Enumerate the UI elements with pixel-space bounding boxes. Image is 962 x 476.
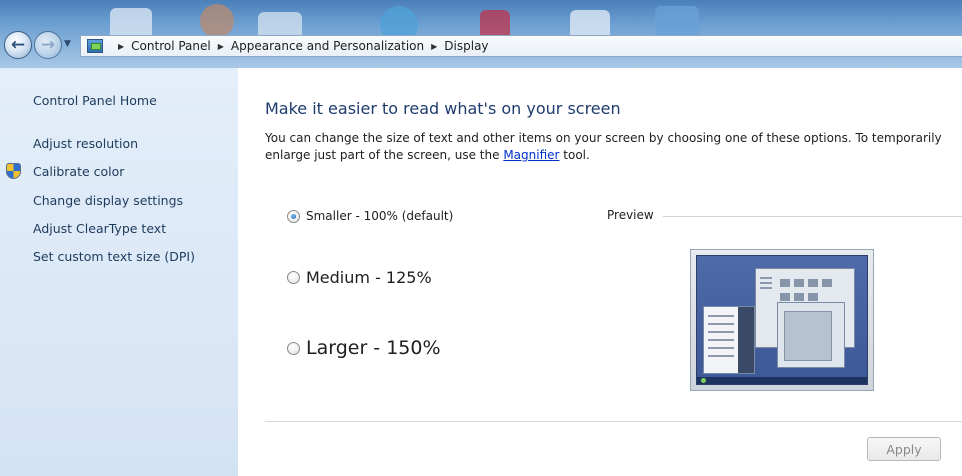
sidebar-item-change-display-settings[interactable]: Change display settings bbox=[33, 193, 183, 208]
uac-shield-icon bbox=[6, 163, 21, 179]
preview-window bbox=[703, 306, 755, 374]
option-larger-label[interactable]: Larger - 150% bbox=[306, 337, 441, 359]
radio-button[interactable] bbox=[287, 271, 300, 284]
radio-button[interactable] bbox=[287, 341, 300, 355]
address-bar[interactable]: ▶ Control Panel ▶ Appearance and Persona… bbox=[80, 35, 962, 57]
sidebar-item-adjust-resolution[interactable]: Adjust resolution bbox=[33, 136, 138, 151]
option-smaller[interactable]: Smaller - 100% (default) bbox=[287, 209, 453, 223]
window-titlebar: ← → ▼ ▶ Control Panel ▶ Appearance and P… bbox=[0, 0, 962, 68]
forward-arrow-icon: → bbox=[40, 34, 56, 55]
breadcrumb-control-panel[interactable]: Control Panel bbox=[131, 39, 211, 53]
option-medium-label[interactable]: Medium - 125% bbox=[306, 268, 432, 287]
sidebar-item-adjust-cleartype[interactable]: Adjust ClearType text bbox=[33, 221, 166, 236]
option-larger[interactable]: Larger - 150% bbox=[287, 337, 441, 359]
preview-screen bbox=[696, 255, 868, 385]
triangle-right-icon[interactable]: ▶ bbox=[218, 42, 224, 51]
option-medium[interactable]: Medium - 125% bbox=[287, 268, 432, 287]
recent-pages-dropdown[interactable]: ▼ bbox=[64, 39, 71, 49]
sidebar-item-custom-dpi[interactable]: Set custom text size (DPI) bbox=[33, 249, 195, 264]
page-description: You can change the size of text and othe… bbox=[265, 131, 942, 162]
magnifier-link[interactable]: Magnifier bbox=[503, 148, 559, 162]
breadcrumb-display[interactable]: Display bbox=[444, 39, 488, 53]
back-arrow-icon: ← bbox=[10, 34, 26, 55]
radio-button-selected[interactable] bbox=[287, 209, 300, 223]
apply-button[interactable]: Apply bbox=[867, 437, 941, 461]
preview-window bbox=[777, 302, 845, 368]
breadcrumb-appearance[interactable]: Appearance and Personalization bbox=[231, 39, 424, 53]
forward-button[interactable]: → bbox=[34, 31, 62, 59]
preview-taskbar bbox=[697, 377, 867, 384]
preview-divider bbox=[663, 216, 962, 217]
sidebar-item-calibrate-color[interactable]: Calibrate color bbox=[33, 164, 124, 179]
triangle-right-icon[interactable]: ▶ bbox=[431, 42, 437, 51]
sidebar-item-control-panel-home[interactable]: Control Panel Home bbox=[33, 93, 157, 108]
back-button[interactable]: ← bbox=[4, 31, 32, 59]
content-divider bbox=[265, 421, 962, 422]
preview-label: Preview bbox=[607, 208, 654, 222]
triangle-right-icon[interactable]: ▶ bbox=[118, 42, 124, 51]
preview-image bbox=[690, 249, 874, 391]
control-panel-icon bbox=[87, 39, 103, 53]
option-smaller-label[interactable]: Smaller - 100% (default) bbox=[306, 209, 453, 223]
page-title: Make it easier to read what's on your sc… bbox=[265, 99, 621, 118]
sidebar: Control Panel Home Adjust resolution Cal… bbox=[0, 68, 238, 476]
